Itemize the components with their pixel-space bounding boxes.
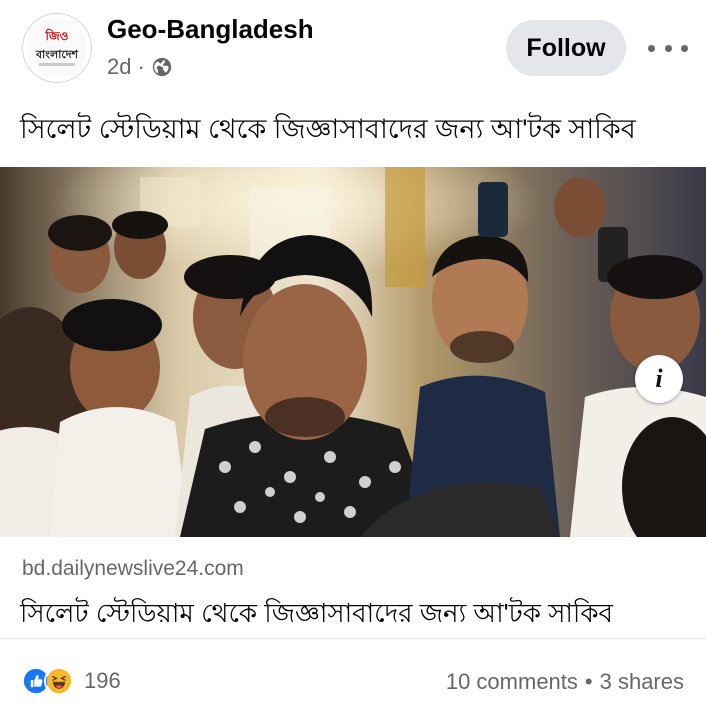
reactions-summary[interactable]: 196 xyxy=(21,666,121,696)
news-photo xyxy=(0,167,706,537)
info-icon[interactable]: i xyxy=(635,355,683,403)
post-meta: 2d · xyxy=(107,54,173,80)
post-header: জিও বাংলাদেশ Geo-Bangladesh 2d · Follow xyxy=(0,0,706,95)
post-time[interactable]: 2d xyxy=(107,54,131,80)
post-photo[interactable]: i xyxy=(0,167,706,537)
comments-count[interactable]: 10 comments xyxy=(446,669,578,695)
haha-icon xyxy=(44,666,74,696)
link-domain: bd.dailynewslive24.com xyxy=(22,557,244,580)
follow-button[interactable]: Follow xyxy=(506,20,626,76)
link-title: সিলেট স্টেডিয়াম থেকে জিজ্ঞাসাবাদের জন্য… xyxy=(20,598,614,628)
avatar-logo-line1: জিও xyxy=(45,29,69,43)
meta-separator: · xyxy=(137,54,145,79)
shares-count[interactable]: 3 shares xyxy=(600,669,684,695)
avatar-logo: জিও বাংলাদেশ xyxy=(27,18,87,78)
engagement-counts: 10 comments • 3 shares xyxy=(446,669,684,695)
globe-icon xyxy=(152,57,171,77)
reaction-count: 196 xyxy=(84,668,121,693)
more-dot xyxy=(681,44,688,52)
counts-separator: • xyxy=(584,669,593,694)
page-name-link[interactable]: Geo-Bangladesh xyxy=(107,14,314,45)
divider xyxy=(0,638,706,639)
more-dot xyxy=(648,44,655,52)
link-preview[interactable]: bd.dailynewslive24.com সিলেট স্টেডিয়াম … xyxy=(0,537,706,638)
page-avatar[interactable]: জিও বাংলাদেশ xyxy=(22,13,92,83)
post-text: সিলেট স্টেডিয়াম থেকে জিজ্ঞাসাবাদের জন্য… xyxy=(20,114,636,144)
more-options-icon[interactable] xyxy=(648,34,688,62)
avatar-logo-underline xyxy=(39,63,75,66)
more-dot xyxy=(664,44,672,52)
